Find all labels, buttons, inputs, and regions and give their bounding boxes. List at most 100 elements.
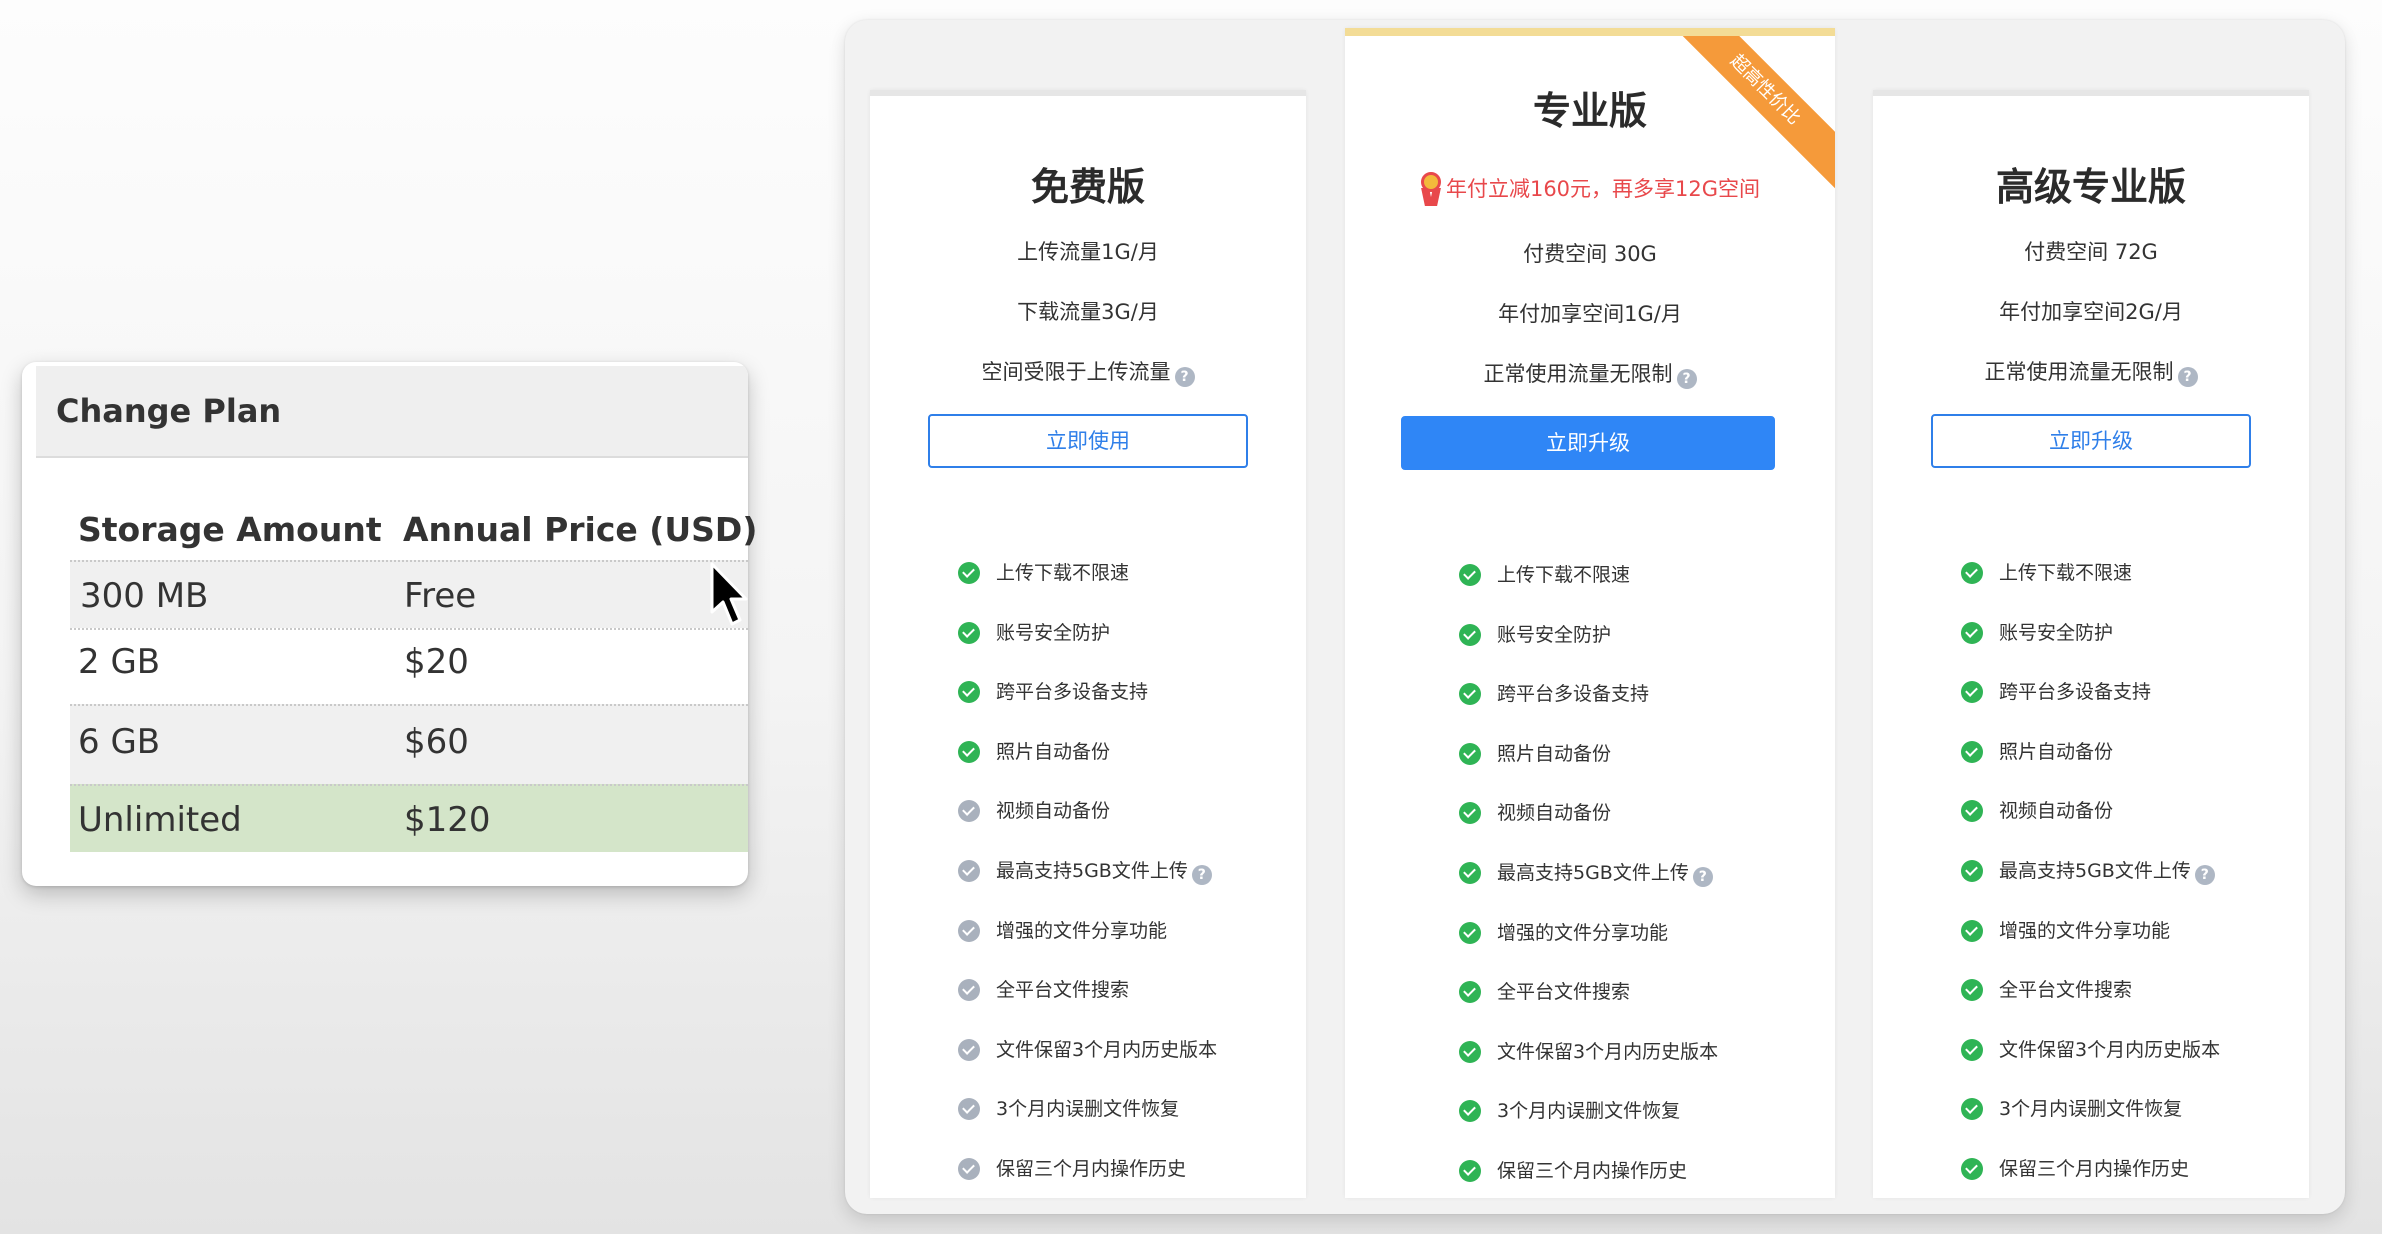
check-gray-icon (958, 1158, 980, 1180)
feature-item: 账号安全防护 (1961, 618, 2113, 648)
check-green-icon (1961, 919, 1983, 942)
feature-label: 跨平台多设备支持 (1999, 681, 2152, 704)
help-icon[interactable]: ? (1174, 367, 1195, 387)
feature-label: 最高支持5GB文件上传 (1999, 860, 2191, 882)
feature-label: 保留三个月内操作历史 (996, 1158, 1187, 1180)
check-green-icon (1459, 1160, 1481, 1182)
feature-item: 上传下载不限速 (958, 558, 1129, 588)
check-gray-icon (958, 919, 980, 942)
feature-label: 视频自动备份 (996, 800, 1111, 823)
feature-label: 账号安全防护 (1497, 623, 1612, 646)
table-row[interactable]: 2 GB $20 (70, 628, 748, 704)
feature-item: 全平台文件搜索 (1459, 977, 1630, 1007)
upgrade-now-button[interactable]: 立即升级 (1401, 416, 1775, 470)
feature-label: 文件保留3个月内历史版本 (996, 1038, 1218, 1061)
feature-item: 视频自动备份 (1961, 796, 2113, 826)
check-green-icon (1459, 1100, 1481, 1123)
annual-price-header: Annual Price (USD) (403, 510, 758, 549)
feature-item: 视频自动备份 (958, 796, 1110, 826)
feature-item: 最高支持5GB文件上传? (1961, 856, 2215, 886)
feature-label: 全平台文件搜索 (1497, 981, 1631, 1004)
feature-label: 视频自动备份 (1497, 802, 1612, 825)
feature-label: 文件保留3个月内历史版本 (1497, 1040, 1719, 1063)
promo-text: 年付立减160元，再多享12G空间 (1445, 177, 1761, 201)
feature-item: 上传下载不限速 (1961, 558, 2132, 588)
upgrade-now-button[interactable]: 立即升级 (1931, 414, 2251, 468)
feature-label: 3个月内误删文件恢复 (1497, 1100, 1681, 1123)
feature-label: 增强的文件分享功能 (996, 919, 1168, 942)
check-green-icon (1459, 564, 1481, 586)
table-row-highlighted[interactable]: Unlimited $120 (70, 784, 748, 852)
check-green-icon (1961, 681, 1983, 704)
feature-item: 全平台文件搜索 (1961, 975, 2132, 1005)
feature-item: 账号安全防护 (1459, 620, 1611, 650)
feature-label: 保留三个月内操作历史 (1497, 1160, 1688, 1182)
feature-item: 3个月内误删文件恢复 (1459, 1096, 1680, 1126)
check-green-icon (1459, 683, 1481, 706)
plan-spec: 正常使用流量无限制 (1984, 360, 2174, 384)
check-green-icon (1961, 800, 1983, 823)
plan-card-premium: 高级专业版 付费空间 72G 年付加享空间2G/月 正常使用流量无限制? 立即升… (1873, 90, 2309, 1198)
pricing-panel: 免费版 上传流量1G/月 下载流量3G/月 空间受限于上传流量? 立即使用 上传… (845, 20, 2345, 1214)
plan-title: 高级专业版 (1995, 165, 2186, 209)
feature-item: 增强的文件分享功能 (1961, 916, 2170, 946)
feature-label: 跨平台多设备支持 (1497, 683, 1650, 706)
table-row[interactable]: 300 MB Free (70, 560, 748, 628)
storage-cell: 6 GB (78, 722, 161, 762)
feature-item: 保留三个月内操作历史 (1459, 1156, 1687, 1186)
feature-item: 跨平台多设备支持 (1961, 677, 2151, 707)
help-icon[interactable]: ? (1191, 865, 1212, 885)
feature-label: 照片自动备份 (996, 740, 1111, 763)
help-icon[interactable]: ? (1692, 867, 1713, 887)
feature-item: 保留三个月内操作历史 (958, 1154, 1186, 1184)
feature-label: 最高支持5GB文件上传 (996, 860, 1188, 882)
plan-card-free: 免费版 上传流量1G/月 下载流量3G/月 空间受限于上传流量? 立即使用 上传… (870, 90, 1306, 1198)
feature-label: 增强的文件分享功能 (1497, 921, 1669, 944)
feature-item: 照片自动备份 (1961, 737, 2113, 767)
feature-label: 保留三个月内操作历史 (1999, 1158, 2190, 1180)
storage-cell: 300 MB (80, 576, 209, 616)
price-cell: $60 (404, 722, 469, 762)
feature-label: 上传下载不限速 (1497, 564, 1631, 586)
plan-card-pro: 超高性价比 专业版 年付立减160元，再多享12G空间 付费空间 30G 年付加… (1345, 28, 1835, 1198)
promo-row: 年付立减160元，再多享12G空间 (1345, 172, 1835, 206)
feature-item: 保留三个月内操作历史 (1961, 1154, 2189, 1184)
price-cell: $20 (404, 642, 469, 682)
medal-icon (1420, 172, 1442, 206)
check-green-icon (958, 621, 980, 644)
storage-amount-header: Storage Amount (78, 510, 382, 549)
feature-item: 文件保留3个月内历史版本 (1459, 1037, 1718, 1067)
check-green-icon (1459, 1040, 1481, 1063)
check-green-icon (1961, 860, 1983, 882)
help-icon[interactable]: ? (1676, 369, 1697, 389)
feature-item: 上传下载不限速 (1459, 560, 1630, 590)
feature-label: 增强的文件分享功能 (1999, 919, 2171, 942)
use-now-button[interactable]: 立即使用 (928, 414, 1248, 468)
check-green-icon (1961, 979, 1983, 1002)
plan-spec-row: 正常使用流量无限制? (1345, 358, 1835, 389)
feature-item: 增强的文件分享功能 (958, 916, 1167, 946)
check-gray-icon (958, 1098, 980, 1121)
check-green-icon (1961, 1098, 1983, 1121)
check-gray-icon (958, 800, 980, 823)
feature-label: 全平台文件搜索 (1999, 979, 2133, 1002)
feature-label: 文件保留3个月内历史版本 (1999, 1038, 2221, 1061)
storage-cell: 2 GB (78, 642, 161, 682)
feature-item: 视频自动备份 (1459, 798, 1611, 828)
feature-label: 3个月内误删文件恢复 (1999, 1098, 2183, 1121)
check-gray-icon (958, 1038, 980, 1061)
check-green-icon (1459, 921, 1481, 944)
feature-label: 账号安全防护 (996, 621, 1111, 644)
help-icon[interactable]: ? (2177, 367, 2198, 387)
feature-item: 3个月内误删文件恢复 (1961, 1094, 2182, 1124)
table-row[interactable]: 6 GB $60 (70, 704, 748, 784)
check-gray-icon (958, 860, 980, 882)
feature-label: 3个月内误删文件恢复 (996, 1098, 1180, 1121)
help-icon[interactable]: ? (2194, 865, 2215, 885)
feature-item: 照片自动备份 (958, 737, 1110, 767)
plan-spec-row: 空间受限于上传流量? (870, 356, 1306, 387)
plan-spec: 正常使用流量无限制 (1483, 362, 1673, 386)
check-green-icon (1961, 562, 1983, 584)
plan-title: 免费版 (1030, 165, 1145, 209)
check-green-icon (1459, 623, 1481, 646)
